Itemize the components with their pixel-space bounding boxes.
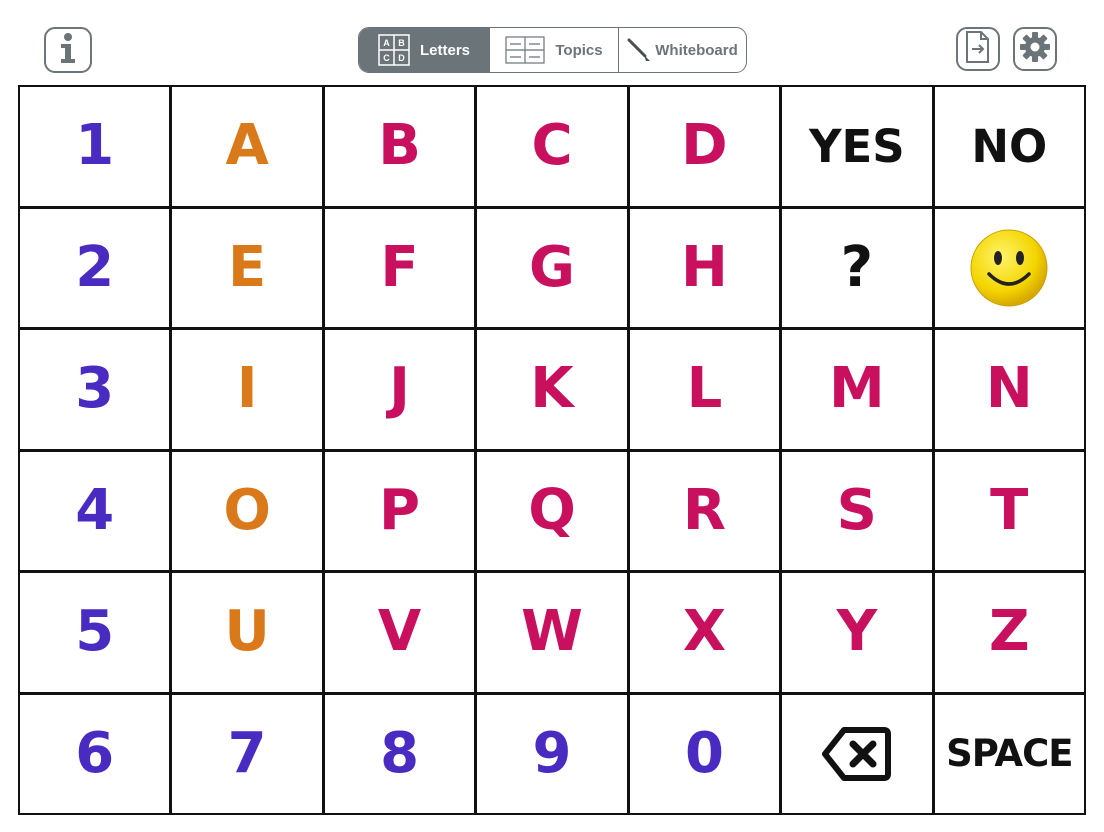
- letter-key-e[interactable]: E: [172, 208, 322, 327]
- letter-key-h[interactable]: H: [629, 208, 780, 327]
- letter-board-grid: 1 A B C D YES NO 2 E F G H? 3 I J K L M N 4 O P Q R S T 5 U V W X Y Z 6 7 8…: [18, 85, 1086, 815]
- number-key-9[interactable]: 9: [477, 694, 627, 813]
- letter-key-v[interactable]: V: [324, 573, 475, 692]
- tab-whiteboard[interactable]: Whiteboard: [618, 28, 746, 72]
- number-key-3[interactable]: 3: [20, 330, 170, 449]
- gear-icon: [1019, 31, 1051, 67]
- letters-icon-c: C: [383, 53, 390, 63]
- letter-key-q[interactable]: Q: [477, 451, 627, 570]
- letter-key-i[interactable]: I: [172, 330, 322, 449]
- tab-letters[interactable]: A B C D Letters: [359, 28, 489, 72]
- smiley-key[interactable]: [934, 208, 1084, 327]
- export-icon: [964, 30, 992, 68]
- letter-key-x[interactable]: X: [629, 573, 780, 692]
- info-button[interactable]: [44, 27, 92, 73]
- letter-key-m[interactable]: M: [782, 330, 932, 449]
- number-key-4[interactable]: 4: [20, 451, 170, 570]
- letters-icon-b: B: [398, 38, 405, 48]
- letter-key-s[interactable]: S: [782, 451, 932, 570]
- info-icon: [55, 31, 81, 69]
- letter-key-u[interactable]: U: [172, 573, 322, 692]
- export-button[interactable]: [956, 27, 1000, 71]
- tab-topics-label: Topics: [555, 41, 603, 59]
- tab-topics[interactable]: Topics: [489, 28, 618, 72]
- letter-key-c[interactable]: C: [477, 87, 627, 206]
- letters-icon-d: D: [398, 53, 405, 63]
- tab-whiteboard-label: Whiteboard: [655, 41, 738, 59]
- paintbrush-icon: [627, 38, 651, 62]
- number-key-1[interactable]: 1: [20, 87, 170, 206]
- space-key[interactable]: SPACE: [934, 694, 1084, 813]
- letter-key-f[interactable]: F: [324, 208, 475, 327]
- number-key-6[interactable]: 6: [20, 694, 170, 813]
- topics-icon: [505, 36, 545, 64]
- smiley-face-icon: [969, 228, 1049, 308]
- letter-key-n[interactable]: N: [934, 330, 1084, 449]
- letters-grid-icon: A B C D: [378, 34, 410, 66]
- letter-board-app: A B C D Letters Topics Whiteboard 1 A B …: [0, 0, 1104, 832]
- number-key-5[interactable]: 5: [20, 573, 170, 692]
- settings-button[interactable]: [1013, 27, 1057, 71]
- letter-key-o[interactable]: O: [172, 451, 322, 570]
- view-mode-switcher: A B C D Letters Topics Whiteboard: [358, 27, 747, 73]
- letters-icon-a: A: [383, 38, 390, 48]
- letter-key-a[interactable]: A: [172, 87, 322, 206]
- backspace-key[interactable]: [782, 694, 932, 813]
- number-key-7[interactable]: 7: [172, 694, 322, 813]
- number-key-0[interactable]: 0: [629, 694, 780, 813]
- letter-key-r[interactable]: R: [629, 451, 780, 570]
- letter-key-t[interactable]: T: [934, 451, 1084, 570]
- yes-key[interactable]: YES: [782, 87, 932, 206]
- letter-key-g[interactable]: G: [477, 208, 627, 327]
- no-key[interactable]: NO: [934, 87, 1084, 206]
- letter-key-d[interactable]: D: [629, 87, 780, 206]
- letter-key-j[interactable]: J: [324, 330, 475, 449]
- backspace-icon: [821, 726, 892, 782]
- question-mark-key[interactable]: ?: [782, 208, 932, 327]
- letter-key-y[interactable]: Y: [782, 573, 932, 692]
- letter-key-p[interactable]: P: [324, 451, 475, 570]
- letter-key-b[interactable]: B: [324, 87, 475, 206]
- letter-key-k[interactable]: K: [477, 330, 627, 449]
- letter-key-w[interactable]: W: [477, 573, 627, 692]
- tab-letters-label: Letters: [419, 41, 471, 59]
- number-key-8[interactable]: 8: [324, 694, 475, 813]
- number-key-2[interactable]: 2: [20, 208, 170, 327]
- letter-key-z[interactable]: Z: [934, 573, 1084, 692]
- letter-key-l[interactable]: L: [629, 330, 780, 449]
